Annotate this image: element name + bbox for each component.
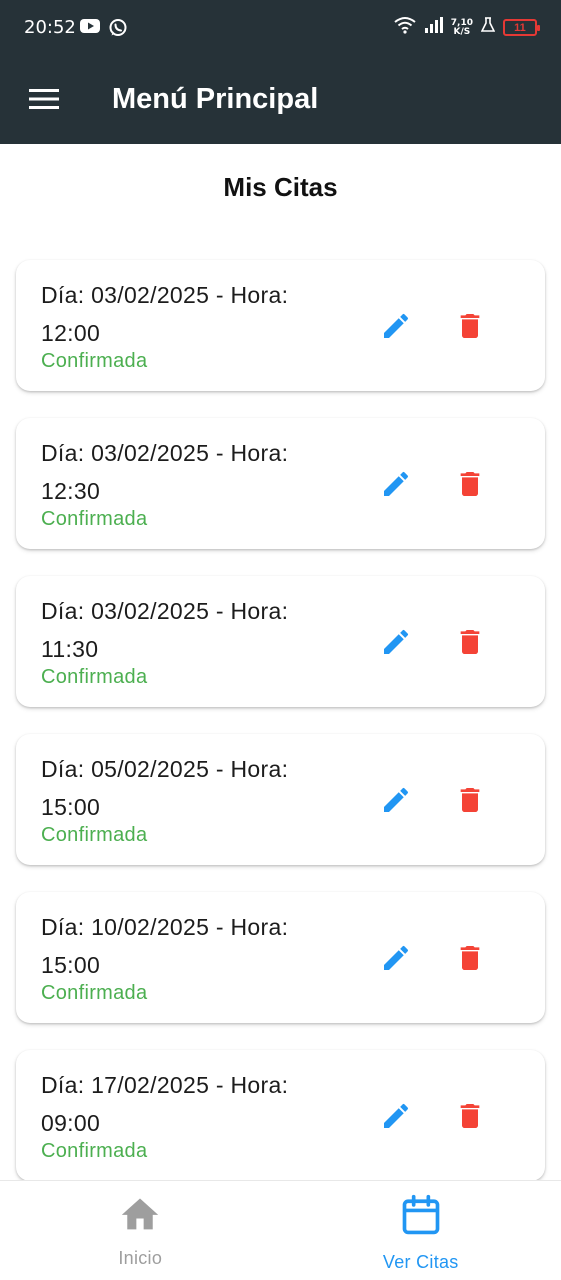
network-speed: 7,10 K/S xyxy=(450,17,473,37)
whatsapp-icon xyxy=(108,18,128,43)
appointment-list: Día: 03/02/2025 - Hora: 12:00 Confirmada… xyxy=(16,260,545,1208)
pencil-icon xyxy=(380,942,412,979)
appointment-status: Confirmada xyxy=(41,666,148,688)
appointment-datetime: Día: 17/02/2025 - Hora: 09:00 xyxy=(41,1072,289,1136)
pencil-icon xyxy=(380,626,412,663)
edit-button[interactable] xyxy=(376,1098,416,1138)
appointment-card: Día: 03/02/2025 - Hora: 11:30 Confirmada xyxy=(16,576,545,707)
pencil-icon xyxy=(380,468,412,505)
trash-icon xyxy=(454,626,486,663)
bottom-navigation: Inicio Ver Citas xyxy=(0,1180,561,1280)
youtube-icon xyxy=(80,18,100,43)
appointment-status: Confirmada xyxy=(41,824,148,846)
pencil-icon xyxy=(380,784,412,821)
appointment-card: Día: 03/02/2025 - Hora: 12:30 Confirmada xyxy=(16,418,545,549)
trash-icon xyxy=(454,1100,486,1137)
nav-label-ver-citas: Ver Citas xyxy=(382,1252,459,1272)
appointment-datetime: Día: 03/02/2025 - Hora: 12:00 xyxy=(41,282,289,346)
trash-icon xyxy=(454,942,486,979)
battery-icon: 11 xyxy=(503,19,540,36)
edit-button[interactable] xyxy=(376,782,416,822)
delete-button[interactable] xyxy=(450,466,490,506)
appointment-status: Confirmada xyxy=(41,508,148,530)
app-bar: Menú Principal xyxy=(0,58,561,144)
delete-button[interactable] xyxy=(450,624,490,664)
signal-icon xyxy=(424,17,443,38)
appointment-status: Confirmada xyxy=(41,1140,148,1162)
appointment-card: Día: 17/02/2025 - Hora: 09:00 Confirmada xyxy=(16,1050,545,1181)
home-icon xyxy=(118,1193,162,1238)
app-title: Menú Principal xyxy=(112,83,319,115)
pencil-icon xyxy=(380,310,412,347)
appointment-card: Día: 05/02/2025 - Hora: 15:00 Confirmada xyxy=(16,734,545,865)
nav-item-inicio[interactable]: Inicio xyxy=(0,1181,281,1280)
appointment-card: Día: 10/02/2025 - Hora: 15:00 Confirmada xyxy=(16,892,545,1023)
menu-button[interactable] xyxy=(22,82,66,120)
nav-item-ver-citas[interactable]: Ver Citas xyxy=(281,1181,561,1280)
edit-button[interactable] xyxy=(376,308,416,348)
appointment-status: Confirmada xyxy=(41,982,148,1004)
page-title: Mis Citas xyxy=(223,172,338,202)
appointment-status: Confirmada xyxy=(41,350,148,372)
delete-button[interactable] xyxy=(450,782,490,822)
trash-icon xyxy=(454,468,486,505)
appointment-datetime: Día: 03/02/2025 - Hora: 11:30 xyxy=(41,598,289,662)
appointment-datetime: Día: 05/02/2025 - Hora: 15:00 xyxy=(41,756,289,820)
status-bar: 20:52 7,10 K/S 11 xyxy=(0,0,561,58)
status-time: 20:52 xyxy=(24,17,76,38)
delete-button[interactable] xyxy=(450,940,490,980)
appointment-card: Día: 03/02/2025 - Hora: 12:00 Confirmada xyxy=(16,260,545,391)
appointment-datetime: Día: 10/02/2025 - Hora: 15:00 xyxy=(41,914,289,978)
flask-icon xyxy=(480,17,496,38)
calendar-icon xyxy=(399,1193,443,1242)
edit-button[interactable] xyxy=(376,940,416,980)
menu-icon xyxy=(29,88,59,115)
pencil-icon xyxy=(380,1100,412,1137)
battery-level: 11 xyxy=(514,21,526,34)
delete-button[interactable] xyxy=(450,308,490,348)
trash-icon xyxy=(454,784,486,821)
wifi-icon xyxy=(393,16,417,39)
appointment-datetime: Día: 03/02/2025 - Hora: 12:30 xyxy=(41,440,289,504)
edit-button[interactable] xyxy=(376,466,416,506)
trash-icon xyxy=(454,310,486,347)
nav-label-inicio: Inicio xyxy=(118,1248,163,1268)
edit-button[interactable] xyxy=(376,624,416,664)
delete-button[interactable] xyxy=(450,1098,490,1138)
